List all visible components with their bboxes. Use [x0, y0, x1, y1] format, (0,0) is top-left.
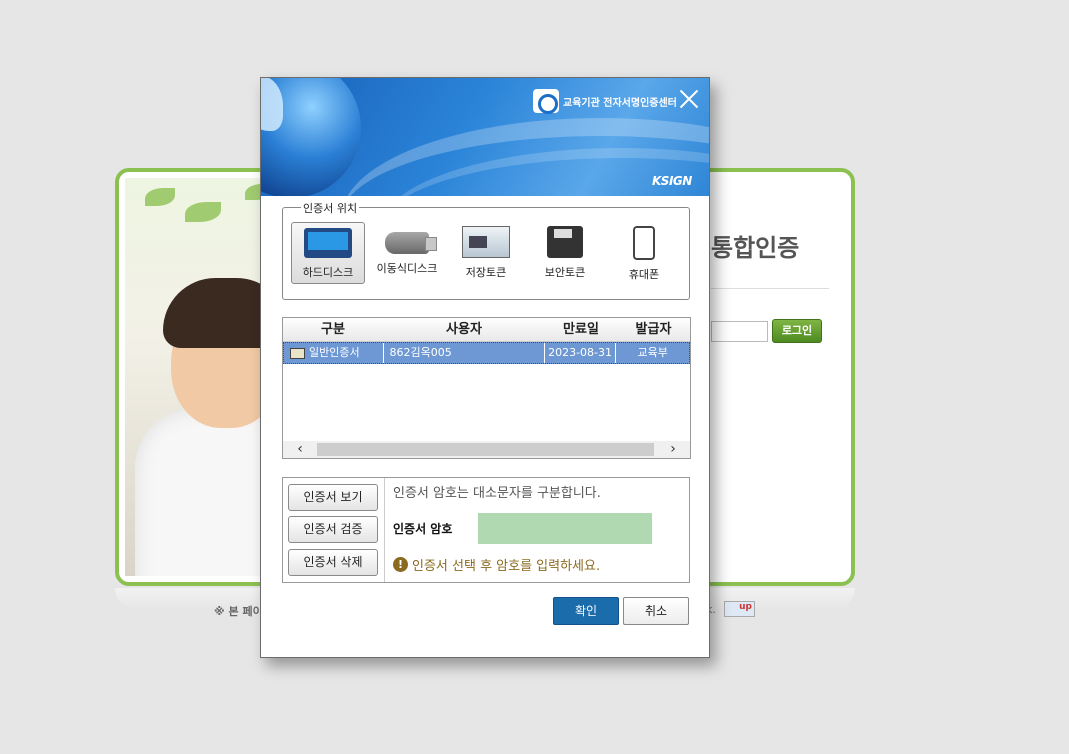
password-notice: 인증서 암호는 대소문자를 구분합니다.	[393, 486, 601, 501]
background-footer-text: ※ 본 페이	[214, 605, 263, 618]
background-id-input[interactable]	[711, 321, 768, 342]
close-icon[interactable]	[678, 88, 700, 110]
certificate-table: 구분 사용자 만료일 발급자 일반인증서 862김옥005 2023-08-31…	[282, 317, 691, 459]
password-label: 인증서 암호	[393, 522, 453, 536]
brand-name: 교육기관 전자서명인증센터	[563, 97, 677, 109]
mobile-phone-icon	[633, 226, 655, 260]
column-header-type[interactable]: 구분	[283, 318, 383, 341]
column-header-issuer[interactable]: 발급자	[617, 318, 690, 341]
certificate-dialog: 교육기관 전자서명인증센터 KSIGN 인증서 위치 하드디스크 이동식디스크 …	[260, 77, 710, 658]
scroll-right-icon[interactable]: ›	[656, 441, 690, 458]
location-storage-token[interactable]: 저장토큰	[449, 222, 523, 284]
background-title: 통합인증	[711, 234, 800, 262]
cell-user: 862김옥005	[384, 343, 545, 363]
password-warning: ! 인증서 선택 후 암호를 입력하세요.	[393, 555, 600, 574]
password-warning-text: 인증서 선택 후 암호를 입력하세요.	[412, 559, 601, 574]
password-panel: 인증서 보기 인증서 검증 인증서 삭제 인증서 암호는 대소문자를 구분합니다…	[282, 477, 690, 583]
cell-issuer: 교육부	[637, 346, 668, 359]
scroll-left-icon[interactable]: ‹	[283, 441, 317, 458]
column-header-user[interactable]: 사용자	[383, 318, 545, 341]
location-security-token[interactable]: 보안토큰	[528, 222, 602, 284]
security-token-icon	[547, 226, 583, 258]
usb-drive-icon	[385, 232, 437, 254]
view-certificate-button[interactable]: 인증서 보기	[288, 484, 378, 511]
horizontal-scrollbar[interactable]: ‹ ›	[283, 441, 690, 458]
certificate-location-group: 인증서 위치 하드디스크 이동식디스크 저장토큰 보안토큰 휴대폰	[282, 200, 690, 300]
background-badge[interactable]: up	[724, 601, 755, 617]
verify-certificate-button[interactable]: 인증서 검증	[288, 516, 378, 543]
hard-disk-icon	[304, 228, 352, 258]
brand-logo: 교육기관 전자서명인증센터	[533, 89, 677, 114]
vendor-logo: KSIGN	[652, 174, 692, 188]
cell-type: 일반인증서	[309, 346, 360, 359]
cancel-button[interactable]: 취소	[623, 597, 689, 625]
scroll-thumb[interactable]	[317, 443, 654, 456]
storage-token-icon	[462, 226, 510, 258]
background-login-button[interactable]: 로그인	[772, 319, 822, 343]
location-mobile-phone[interactable]: 휴대폰	[607, 222, 681, 284]
key-logo-icon	[533, 89, 559, 114]
column-header-expiry[interactable]: 만료일	[545, 318, 617, 341]
table-row[interactable]: 일반인증서 862김옥005 2023-08-31 교육부	[283, 342, 690, 364]
certificate-icon	[290, 347, 305, 359]
warning-icon: !	[393, 557, 408, 572]
delete-certificate-button[interactable]: 인증서 삭제	[288, 549, 378, 576]
cell-expiry: 2023-08-31	[545, 343, 617, 363]
dialog-banner: 교육기관 전자서명인증센터 KSIGN	[261, 78, 709, 196]
table-header: 구분 사용자 만료일 발급자	[283, 318, 690, 342]
location-legend: 인증서 위치	[301, 200, 360, 216]
globe-icon	[261, 78, 361, 196]
location-hard-disk[interactable]: 하드디스크	[291, 222, 365, 284]
ok-button[interactable]: 확인	[553, 597, 619, 625]
password-input[interactable]	[478, 513, 652, 544]
location-usb-drive[interactable]: 이동식디스크	[370, 222, 444, 284]
